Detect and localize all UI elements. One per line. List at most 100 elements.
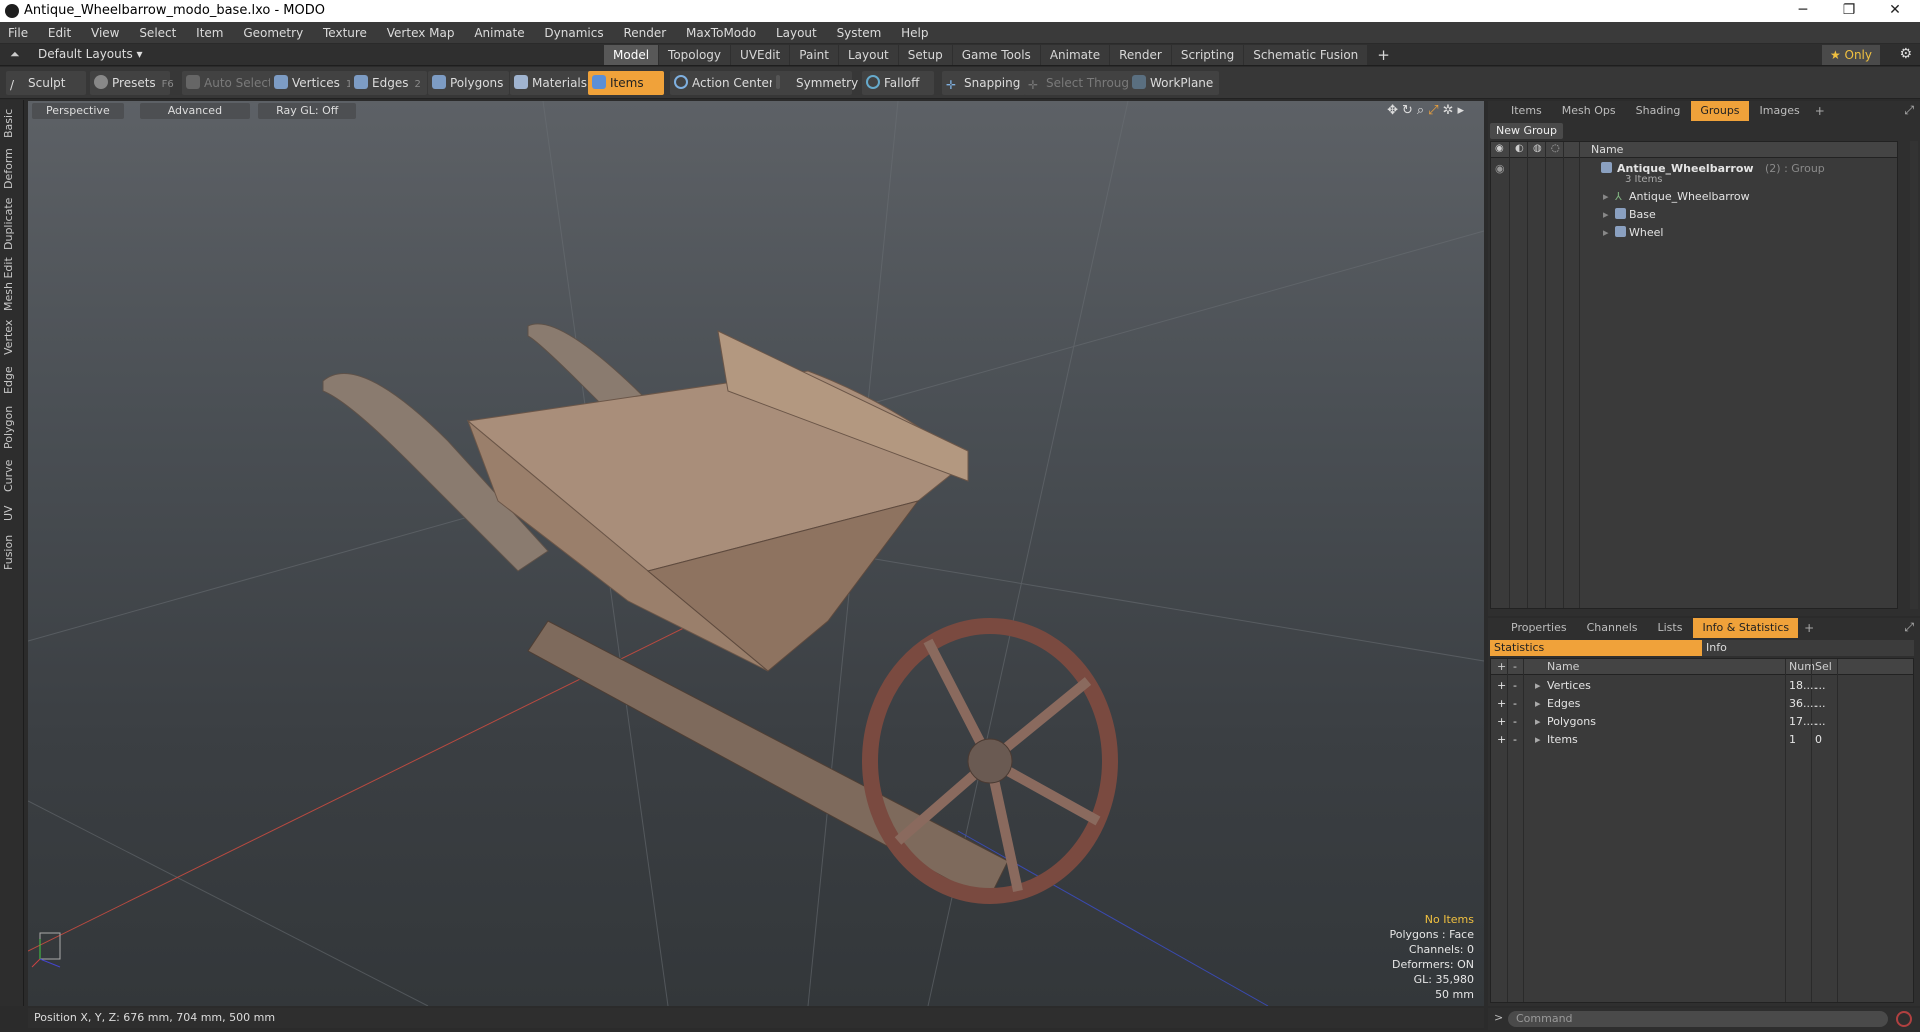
expand-icon[interactable]: ▸	[1603, 208, 1609, 221]
list-item[interactable]: ▸ Base	[1491, 206, 1897, 224]
action-center-button[interactable]: Action Center	[670, 71, 780, 95]
table-row[interactable]: + - ▸ Vertices 18.... ...	[1491, 677, 1913, 695]
render-icon[interactable]: ◐	[1515, 143, 1524, 154]
tab-game-tools[interactable]: Game Tools	[952, 45, 1040, 65]
tab-setup[interactable]: Setup	[898, 45, 952, 65]
panel-maximize-icon[interactable]: ⤢	[1904, 620, 1914, 635]
tab-mesh-ops[interactable]: Mesh Ops	[1553, 101, 1625, 121]
presets-button[interactable]: Presets F6	[90, 71, 174, 95]
menu-dynamics[interactable]: Dynamics	[536, 22, 611, 44]
panel-maximize-icon[interactable]: ⤢	[1904, 103, 1914, 118]
expand-icon[interactable]: ▸	[1603, 226, 1609, 239]
command-input[interactable]: Command	[1508, 1011, 1888, 1027]
pan-icon[interactable]: ✥	[1387, 103, 1402, 118]
raygl-toggle[interactable]: Ray GL: Off	[258, 103, 357, 119]
tab-items[interactable]: Items	[1502, 101, 1551, 121]
menu-edit[interactable]: Edit	[40, 22, 79, 44]
select-icon[interactable]: ◌	[1551, 143, 1560, 154]
tab-vertex[interactable]: Vertex	[2, 316, 22, 358]
expand-icon[interactable]: ▸	[1457, 103, 1468, 118]
menu-maxtomodo[interactable]: MaxToModo	[678, 22, 764, 44]
tab-info-statistics[interactable]: Info & Statistics	[1693, 618, 1799, 638]
menu-select[interactable]: Select	[131, 22, 184, 44]
tab-basic[interactable]: Basic	[2, 104, 22, 142]
expand-icon[interactable]: ▸	[1535, 733, 1541, 746]
3d-viewport[interactable]: Perspective Advanced Ray GL: Off ✥↻⌕⤢✲▸ …	[28, 101, 1484, 1006]
symmetry-button[interactable]: Symmetry	[772, 71, 858, 95]
expand-icon[interactable]: ▸	[1535, 697, 1541, 710]
zoom-icon[interactable]: ⌕	[1417, 103, 1428, 118]
tab-uvedit[interactable]: UVEdit	[731, 45, 790, 65]
group-row[interactable]: ◉ Antique_Wheelbarrow (2) : Group 3 Item…	[1491, 160, 1897, 186]
only-toggle[interactable]: ★ Only	[1821, 45, 1880, 65]
expand-icon[interactable]: ▸	[1535, 679, 1541, 692]
menu-animate[interactable]: Animate	[466, 22, 532, 44]
expand-icon[interactable]: ▸	[1535, 715, 1541, 728]
tab-curve[interactable]: Curve	[2, 456, 22, 496]
tab-images[interactable]: Images	[1751, 101, 1809, 121]
expand-icon[interactable]: ▸	[1603, 190, 1609, 203]
shading-advanced-dropdown[interactable]: Advanced	[139, 103, 251, 119]
tab-uv[interactable]: UV	[2, 500, 22, 526]
menu-view[interactable]: View	[83, 22, 127, 44]
polygons-button[interactable]: Polygons	[428, 71, 510, 95]
expand-all-icon[interactable]: +	[1497, 660, 1506, 673]
gear-icon[interactable]: ⚙	[1899, 46, 1912, 62]
name-column-header[interactable]: Name	[1591, 143, 1623, 156]
sculpt-button[interactable]: / Sculpt	[6, 71, 86, 95]
collapse-all-icon[interactable]: -	[1513, 660, 1517, 673]
tab-render[interactable]: Render	[1110, 45, 1171, 65]
menu-help[interactable]: Help	[893, 22, 936, 44]
list-item[interactable]: ▸ ⅄ Antique_Wheelbarrow	[1491, 188, 1897, 206]
eye-icon[interactable]: ◉	[1495, 143, 1504, 154]
tab-polygon[interactable]: Polygon	[2, 402, 22, 452]
view-perspective-dropdown[interactable]: Perspective	[32, 103, 124, 119]
list-item[interactable]: ▸ Wheel	[1491, 224, 1897, 242]
edges-button[interactable]: Edges 2	[350, 71, 427, 95]
table-row[interactable]: + - ▸ Items 1 0	[1491, 731, 1913, 749]
new-group-button[interactable]: New Group	[1490, 123, 1563, 139]
snapping-button[interactable]: ✛ Snapping	[942, 71, 1027, 95]
tab-deform[interactable]: Deform	[2, 146, 22, 192]
fit-icon[interactable]: ⤢	[1428, 103, 1442, 118]
collapse-icon[interactable]: ⏶	[10, 47, 20, 62]
minus-icon[interactable]: -	[1513, 679, 1517, 692]
groups-scrollbar[interactable]	[1910, 141, 1918, 609]
table-row[interactable]: + - ▸ Polygons 17.... ...	[1491, 713, 1913, 731]
default-layouts-dropdown[interactable]: Default Layouts ▾	[38, 47, 143, 61]
tab-model[interactable]: Model	[604, 45, 659, 65]
plus-icon[interactable]: +	[1497, 715, 1506, 728]
menu-item[interactable]: Item	[188, 22, 231, 44]
menu-system[interactable]: System	[829, 22, 890, 44]
tab-mesh-edit[interactable]: Mesh Edit	[2, 256, 22, 312]
row-eye-icon[interactable]: ◉	[1495, 162, 1505, 175]
menu-render[interactable]: Render	[615, 22, 674, 44]
tab-topology[interactable]: Topology	[659, 45, 731, 65]
plus-icon[interactable]: +	[1497, 697, 1506, 710]
menu-vertex-map[interactable]: Vertex Map	[379, 22, 463, 44]
vertices-button[interactable]: Vertices1	[270, 71, 359, 95]
plus-icon[interactable]: +	[1497, 733, 1506, 746]
minimize-button[interactable]: ─	[1780, 0, 1826, 22]
tab-scripting[interactable]: Scripting	[1171, 45, 1244, 65]
lock-icon[interactable]: ◍	[1533, 143, 1542, 154]
items-button[interactable]: Items	[588, 71, 664, 95]
tab-paint[interactable]: Paint	[790, 45, 838, 65]
auto-select-button[interactable]: Auto Select	[182, 71, 279, 95]
select-through-button[interactable]: ✛ Select Through	[1024, 71, 1143, 95]
tab-info[interactable]: Info	[1702, 640, 1914, 656]
tab-channels[interactable]: Channels	[1578, 618, 1647, 638]
add-tab-icon[interactable]: +	[1811, 101, 1829, 121]
menu-geometry[interactable]: Geometry	[235, 22, 311, 44]
tab-animate[interactable]: Animate	[1040, 45, 1110, 65]
tab-fusion[interactable]: Fusion	[2, 530, 22, 574]
menu-texture[interactable]: Texture	[315, 22, 375, 44]
minus-icon[interactable]: -	[1513, 733, 1517, 746]
settings-icon[interactable]: ✲	[1443, 103, 1458, 118]
record-macro-icon[interactable]	[1896, 1011, 1912, 1027]
rotate-icon[interactable]: ↻	[1402, 103, 1417, 118]
table-row[interactable]: + - ▸ Edges 36.... ...	[1491, 695, 1913, 713]
add-tab-button[interactable]: +	[1368, 45, 1399, 65]
falloff-button[interactable]: Falloff	[862, 71, 934, 95]
close-button[interactable]: ✕	[1872, 0, 1918, 22]
